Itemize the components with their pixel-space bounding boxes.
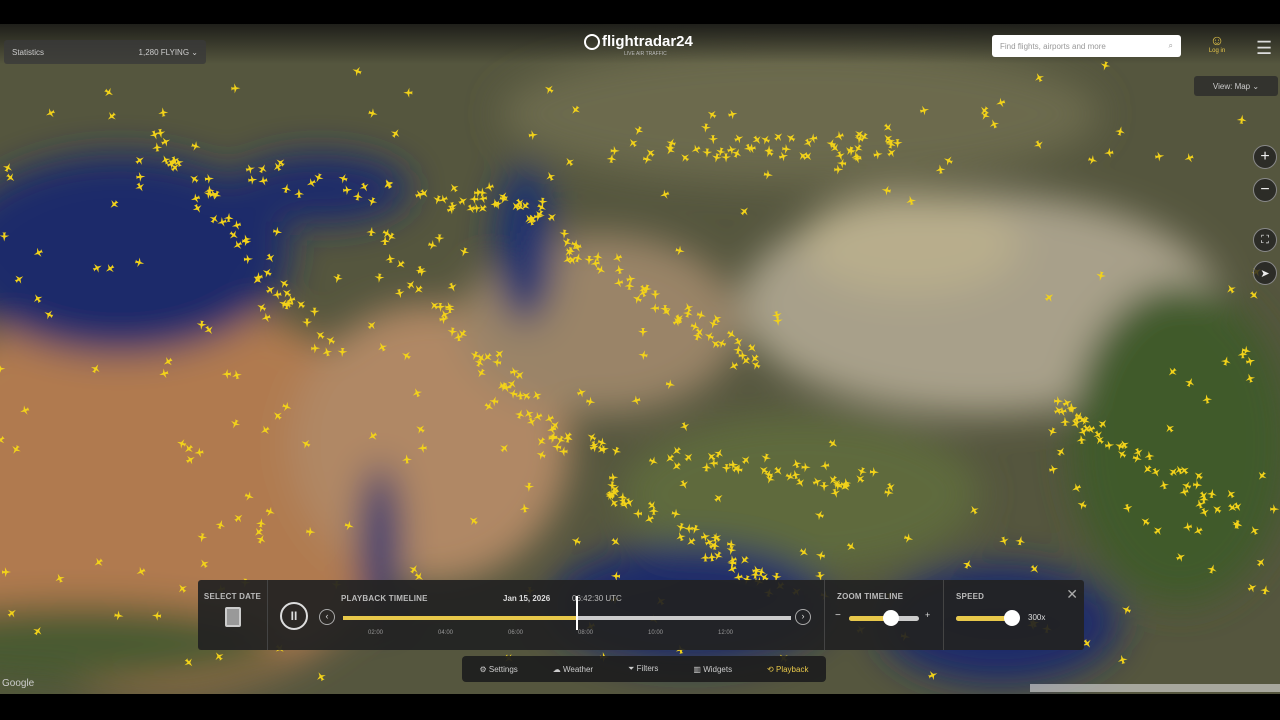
- flight-count: 1,280 FLYING ⌄: [138, 47, 198, 57]
- zoom-out-button[interactable]: −: [1253, 178, 1277, 202]
- nav-filters[interactable]: ⏷ Filters: [628, 664, 658, 674]
- login-button[interactable]: ☺ Log in: [1202, 32, 1232, 54]
- playback-date: Jan 15, 2026: [503, 594, 551, 603]
- chevron-down-icon: ⌄: [191, 47, 198, 57]
- weather-icon: ☁: [552, 664, 561, 674]
- view-map-dropdown[interactable]: View: Map ⌄: [1194, 76, 1278, 96]
- nav-playback[interactable]: ⟲ Playback: [767, 665, 808, 674]
- timeline-tick-label: 10:00: [648, 630, 664, 636]
- bottom-nav: ⚙ Settings ☁ Weather ⏷ Filters ▥ Widgets ⟲ P…: [462, 656, 826, 682]
- timeline-tick-label: 08:00: [578, 630, 594, 636]
- timeline-next-button[interactable]: ›: [795, 609, 811, 625]
- calendar-icon[interactable]: [224, 607, 241, 627]
- nav-settings[interactable]: ⚙ Settings: [479, 665, 517, 674]
- timeline-tick-label: 06:00: [508, 630, 524, 636]
- zoom-in-button[interactable]: +: [1253, 145, 1277, 169]
- user-icon: ☺: [1209, 32, 1225, 48]
- playback-timeline-label: PLAYBACK TIMELINE: [341, 594, 428, 603]
- zoom-timeline-label: ZOOM TIMELINE: [837, 592, 904, 601]
- fullscreen-icon[interactable]: ⛶: [1253, 228, 1277, 252]
- gear-icon: ⚙: [479, 664, 487, 674]
- search-icon: ⌕: [1168, 41, 1173, 50]
- speed-slider[interactable]: [956, 610, 1020, 626]
- timeline-tick-label: 02:00: [368, 630, 384, 636]
- google-logo: Google: [2, 678, 35, 689]
- logo[interactable]: flightradar24 LIVE AIR TRAFFIC: [584, 33, 693, 57]
- playback-time: 06:42:30 UTC: [572, 594, 622, 603]
- playback-timeline-slider[interactable]: [343, 596, 791, 630]
- timeline-cursor[interactable]: [575, 596, 578, 630]
- radar-icon: [584, 33, 600, 50]
- statistics-dropdown[interactable]: Statistics 1,280 FLYING ⌄: [4, 40, 206, 64]
- speed-label: SPEED: [956, 592, 985, 601]
- map-attribution: [1030, 684, 1280, 692]
- widgets-icon: ▥: [693, 664, 701, 674]
- select-date-label: SELECT DATE: [203, 592, 262, 601]
- playback-panel: SELECT DATE II ‹ PLAYBACK TIMELINE Jan 1…: [198, 580, 1084, 650]
- playback-icon: ⟲: [767, 664, 774, 674]
- timeline-tick-label: 12:00: [718, 630, 734, 636]
- timeline-tick-label: 04:00: [438, 630, 454, 636]
- speed-slider-handle[interactable]: [1003, 610, 1020, 626]
- zoom-slider-handle[interactable]: [883, 610, 899, 626]
- search-input[interactable]: Find flights, airports and more ⌕: [992, 35, 1181, 57]
- zoom-timeline-slider[interactable]: [849, 610, 919, 626]
- menu-icon[interactable]: ☰: [1256, 38, 1272, 59]
- nav-weather[interactable]: ☁ Weather: [553, 665, 593, 674]
- filter-icon: ⏷: [628, 664, 635, 673]
- speed-value: 300x: [1028, 613, 1046, 622]
- timeline-prev-button[interactable]: ‹: [319, 609, 335, 625]
- pause-button[interactable]: II: [280, 602, 308, 630]
- close-playback-button[interactable]: ✕: [1066, 586, 1078, 603]
- locate-icon[interactable]: ➤: [1253, 261, 1277, 285]
- statistics-label: Statistics: [12, 47, 45, 57]
- nav-widgets[interactable]: ▥ Widgets: [693, 665, 732, 674]
